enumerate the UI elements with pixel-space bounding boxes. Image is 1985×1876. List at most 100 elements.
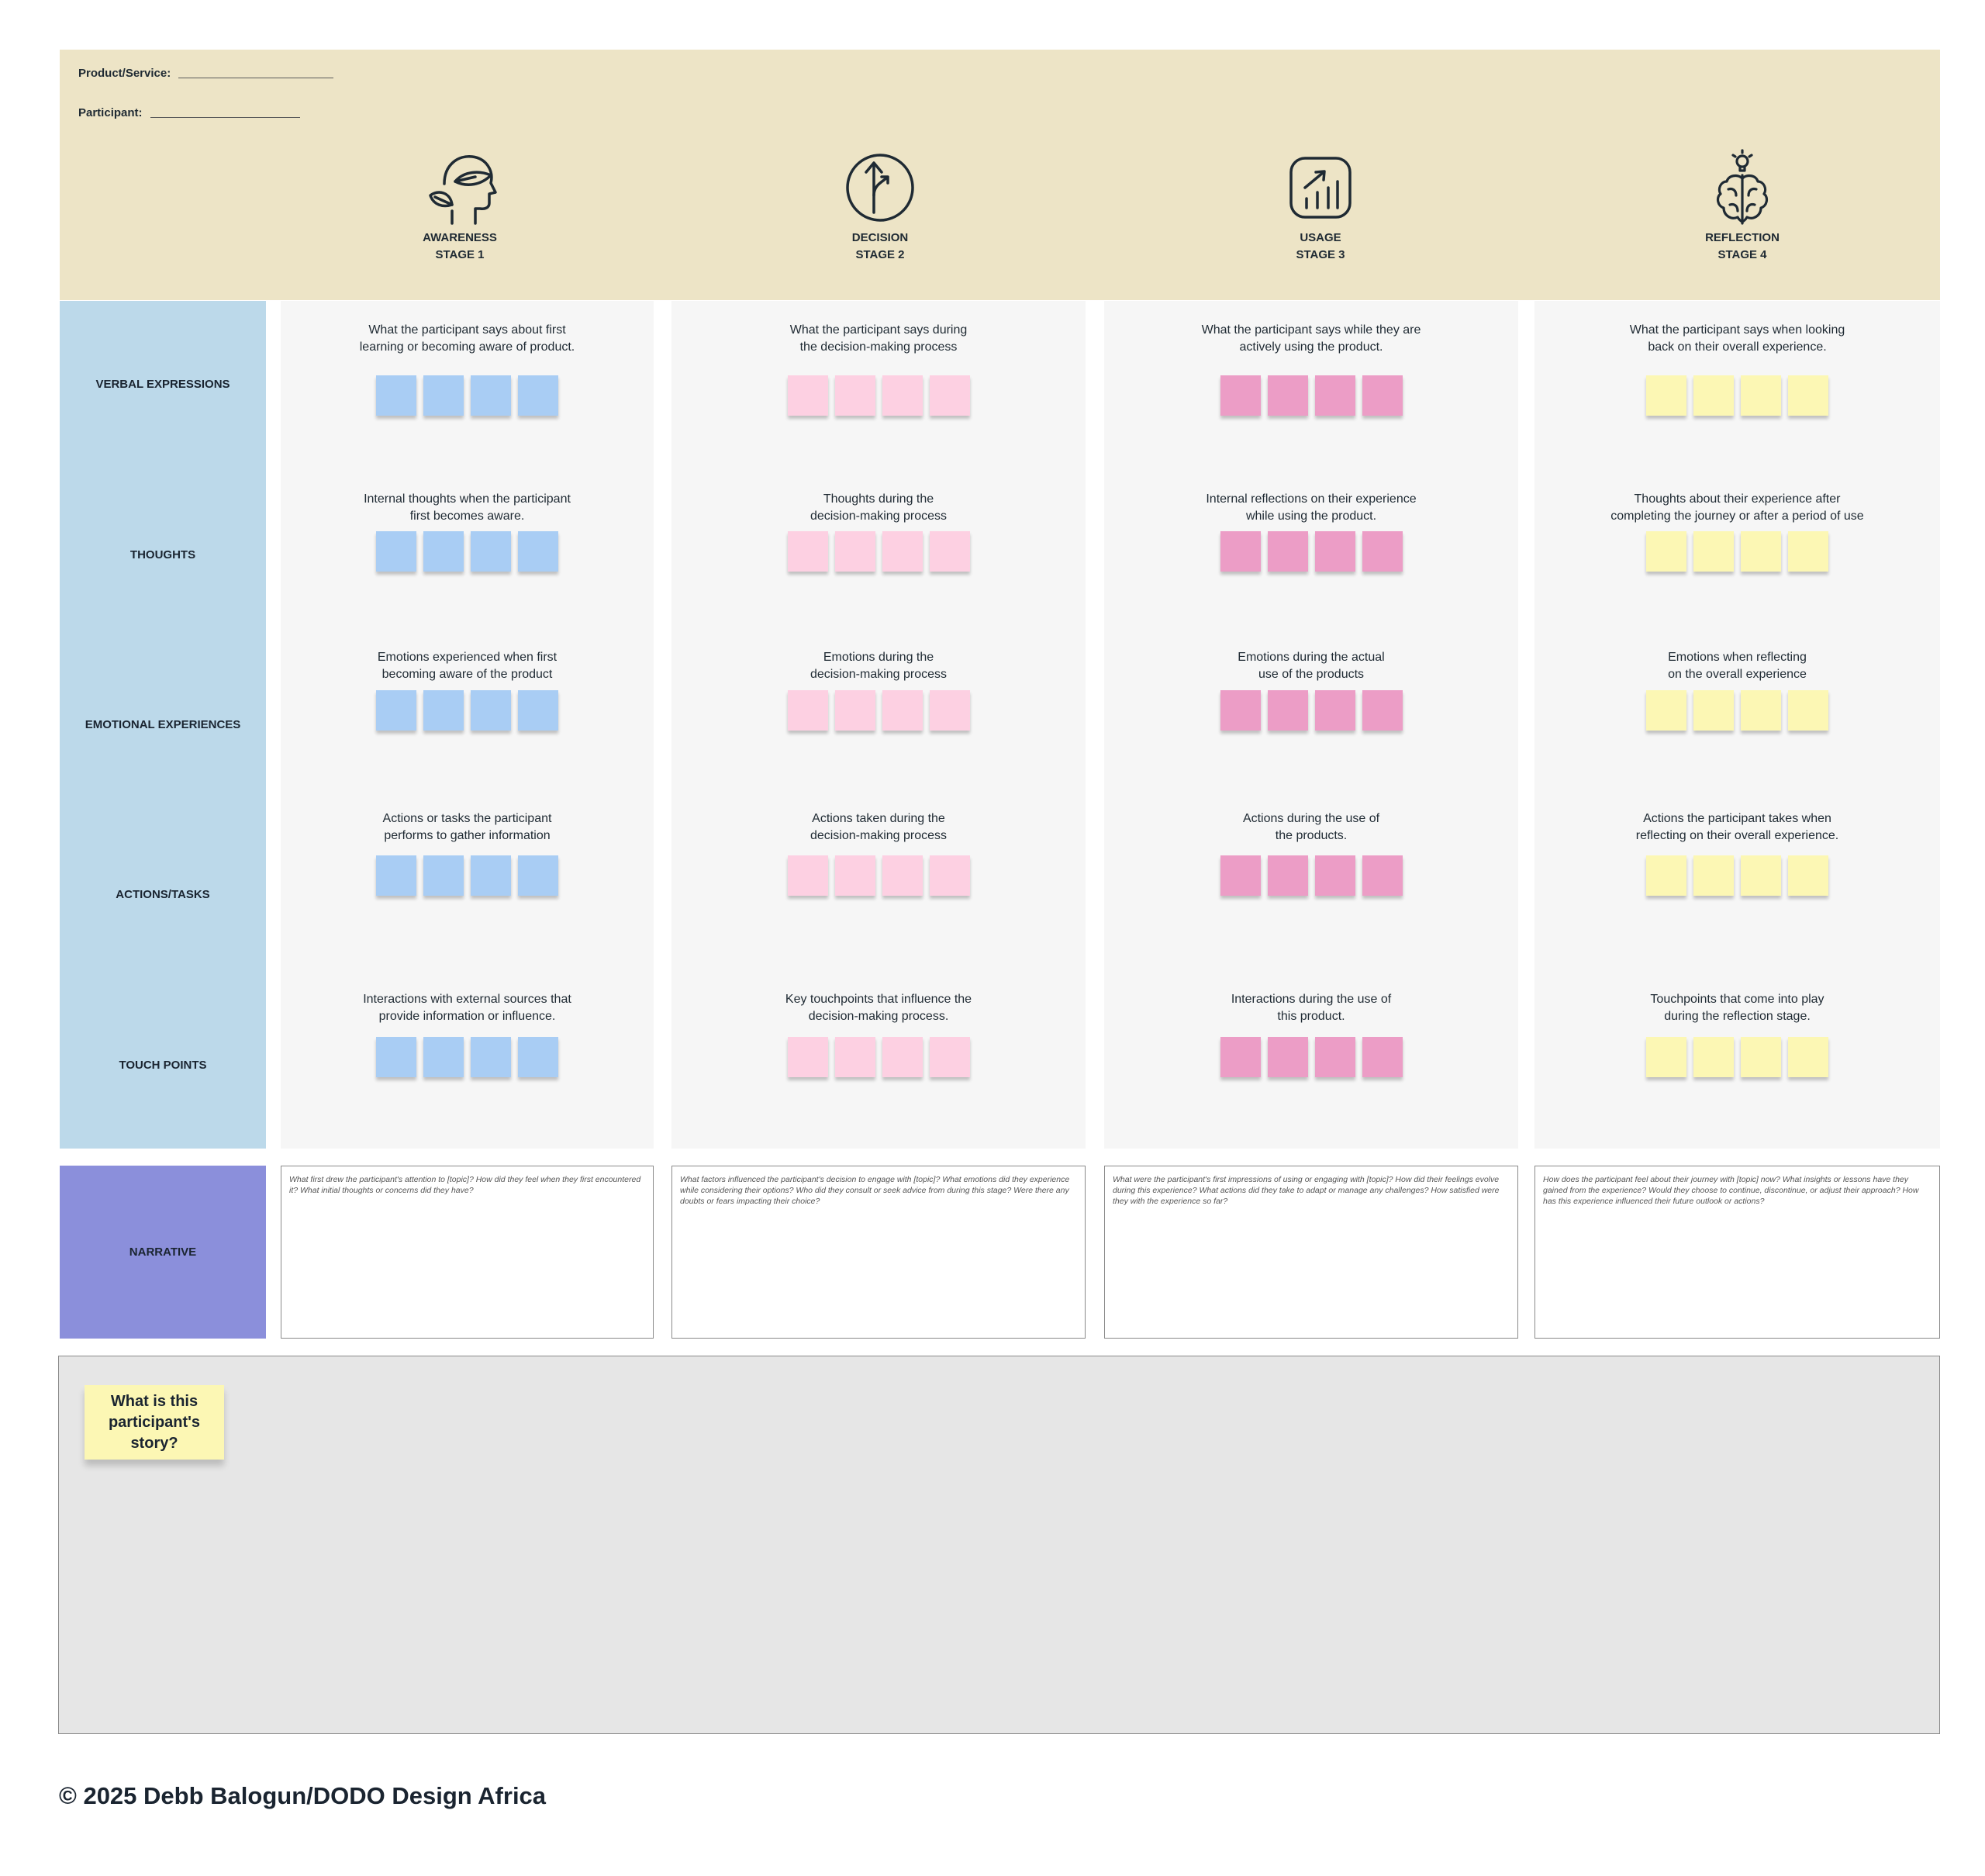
cell-line-2: decision-making process [810, 829, 948, 842]
sticky-note[interactable] [882, 1037, 923, 1077]
sticky-note[interactable] [1362, 690, 1403, 731]
sticky-note[interactable] [1267, 690, 1308, 731]
sticky-note[interactable] [834, 855, 875, 896]
sticky-note[interactable] [518, 375, 558, 416]
sticky-note[interactable] [376, 1037, 416, 1077]
sticky-note[interactable] [1741, 375, 1781, 416]
sticky-note[interactable] [1788, 690, 1828, 731]
sticky-note[interactable] [882, 375, 923, 416]
sticky-note[interactable] [1362, 375, 1403, 416]
sticky-note[interactable] [471, 375, 511, 416]
cell-line-1: Actions taken during the [812, 812, 945, 825]
sticky-note[interactable] [1362, 1037, 1403, 1077]
sticky-note[interactable] [1741, 690, 1781, 731]
sticky-note[interactable] [376, 690, 416, 731]
sticky-note[interactable] [471, 531, 511, 572]
sticky-note[interactable] [518, 855, 558, 896]
sticky-note[interactable] [1693, 375, 1734, 416]
sticky-note[interactable] [1267, 531, 1308, 572]
narrative-box-usage[interactable]: What were the participant's first impres… [1104, 1166, 1518, 1339]
sticky-note[interactable] [471, 1037, 511, 1077]
sticky-note[interactable] [1646, 375, 1686, 416]
sticky-note[interactable] [834, 690, 875, 731]
sticky-note[interactable] [787, 375, 828, 416]
story-sticky-note[interactable]: What is this participant's story? [85, 1385, 224, 1460]
sticky-note[interactable] [423, 1037, 464, 1077]
sticky-note[interactable] [1314, 375, 1355, 416]
sticky-note[interactable] [1362, 531, 1403, 572]
sticky-note[interactable] [1314, 855, 1355, 896]
sticky-note[interactable] [1788, 375, 1828, 416]
sticky-note-group-emotional-experiences [1104, 690, 1518, 731]
sticky-note[interactable] [1693, 531, 1734, 572]
sticky-note[interactable] [1788, 531, 1828, 572]
stage-name: REFLECTION [1705, 231, 1780, 244]
sticky-note[interactable] [423, 375, 464, 416]
sticky-note[interactable] [1646, 855, 1686, 896]
sticky-note[interactable] [1220, 690, 1261, 731]
sticky-note[interactable] [1220, 855, 1261, 896]
sticky-note[interactable] [834, 375, 875, 416]
sticky-note[interactable] [929, 375, 970, 416]
story-panel[interactable]: What is this participant's story? [58, 1356, 1940, 1734]
sticky-note[interactable] [929, 531, 970, 572]
sticky-note[interactable] [1646, 690, 1686, 731]
participant-line[interactable] [150, 117, 300, 118]
cell-description-verbal-expressions: What the participant says while they are… [1104, 322, 1518, 356]
sticky-note[interactable] [1741, 855, 1781, 896]
sticky-note[interactable] [1741, 531, 1781, 572]
sticky-note[interactable] [1314, 690, 1355, 731]
sticky-note[interactable] [834, 1037, 875, 1077]
sticky-note[interactable] [1693, 690, 1734, 731]
stage-column-decision: What the participant says during the deci… [671, 301, 1086, 1149]
sticky-note[interactable] [1646, 1037, 1686, 1077]
sticky-note[interactable] [882, 531, 923, 572]
sticky-note[interactable] [1314, 1037, 1355, 1077]
sticky-note[interactable] [376, 375, 416, 416]
sticky-note[interactable] [1267, 375, 1308, 416]
sticky-note[interactable] [518, 1037, 558, 1077]
sticky-note[interactable] [787, 531, 828, 572]
sticky-note[interactable] [1741, 1037, 1781, 1077]
sticky-note[interactable] [1693, 855, 1734, 896]
sticky-note[interactable] [929, 855, 970, 896]
narrative-box-decision[interactable]: What factors influenced the participant'… [671, 1166, 1086, 1339]
sticky-note[interactable] [423, 690, 464, 731]
sticky-note[interactable] [1267, 1037, 1308, 1077]
sticky-note[interactable] [376, 855, 416, 896]
sticky-note[interactable] [423, 531, 464, 572]
sticky-note[interactable] [471, 855, 511, 896]
participant-field[interactable]: Participant: [78, 106, 300, 119]
sticky-note[interactable] [787, 855, 828, 896]
cell-description-thoughts: Internal reflections on their experience… [1104, 491, 1518, 525]
cell-line-1: Actions the participant takes when [1643, 812, 1831, 825]
sticky-note[interactable] [1646, 531, 1686, 572]
sticky-note[interactable] [882, 855, 923, 896]
narrative-box-awareness[interactable]: What first drew the participant's attent… [281, 1166, 654, 1339]
sticky-note[interactable] [1220, 531, 1261, 572]
sticky-note[interactable] [1788, 855, 1828, 896]
sticky-note[interactable] [518, 690, 558, 731]
sticky-note[interactable] [1693, 1037, 1734, 1077]
sticky-note[interactable] [376, 531, 416, 572]
sticky-note[interactable] [423, 855, 464, 896]
sticky-note[interactable] [1788, 1037, 1828, 1077]
sticky-note[interactable] [1362, 855, 1403, 896]
sticky-note[interactable] [787, 690, 828, 731]
sticky-note[interactable] [1267, 855, 1308, 896]
cell-description-verbal-expressions: What the participant says during the deci… [671, 322, 1086, 356]
narrative-box-reflection[interactable]: How does the participant feel about thei… [1534, 1166, 1940, 1339]
sticky-note[interactable] [1314, 531, 1355, 572]
product-service-field[interactable]: Product/Service: [78, 67, 334, 80]
sticky-note[interactable] [1220, 375, 1261, 416]
sticky-note[interactable] [1220, 1037, 1261, 1077]
sticky-note[interactable] [882, 690, 923, 731]
sticky-note[interactable] [787, 1037, 828, 1077]
sticky-note[interactable] [834, 531, 875, 572]
sticky-note[interactable] [471, 690, 511, 731]
sticky-note[interactable] [929, 690, 970, 731]
sticky-note[interactable] [929, 1037, 970, 1077]
sticky-note[interactable] [518, 531, 558, 572]
sticky-note-group-actions-tasks [1534, 855, 1940, 896]
cell-description-emotional-experiences: Emotions during the decision-making proce… [671, 649, 1086, 683]
